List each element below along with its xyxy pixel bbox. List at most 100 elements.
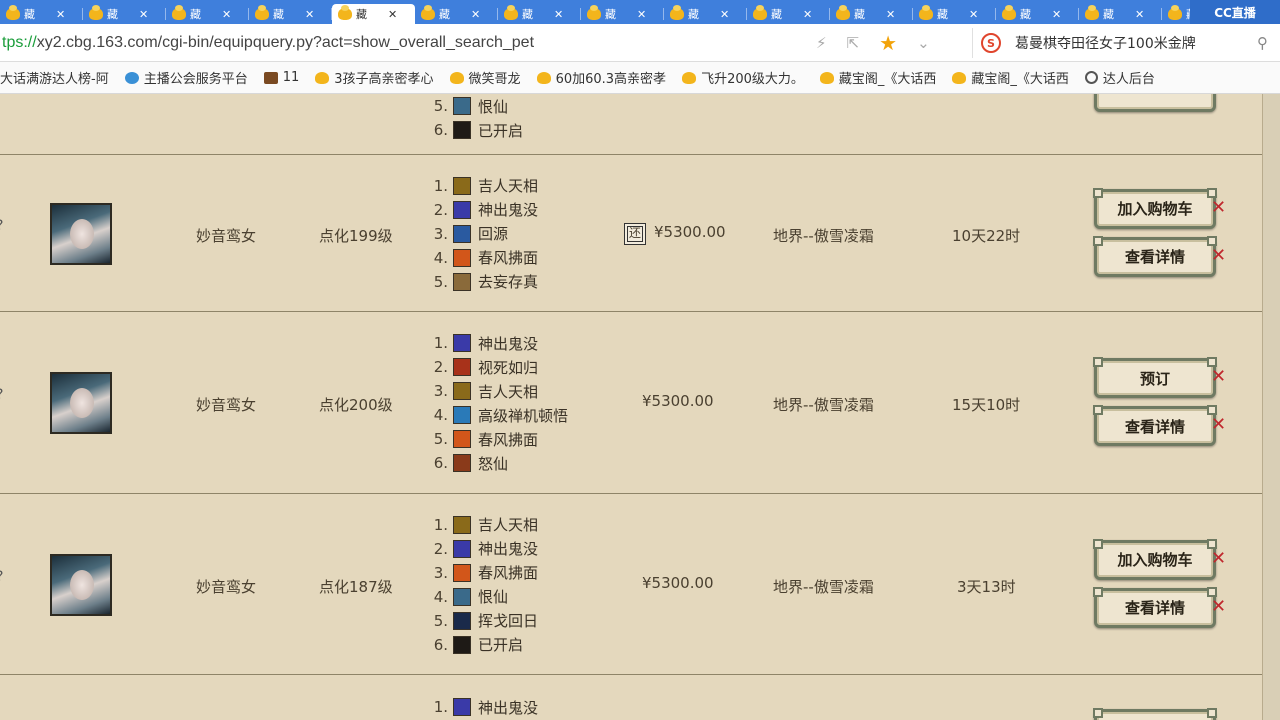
view-details-button[interactable]: 查看详情 <box>1093 235 1217 277</box>
time-left: 3天13时 <box>957 577 1016 596</box>
view-details-button[interactable] <box>1094 94 1216 112</box>
add-to-cart-button[interactable] <box>1093 708 1217 720</box>
skill-item: 3. 春风拂面 <box>430 561 538 585</box>
search-icon[interactable]: ⚲ <box>1257 34 1268 52</box>
skill-icon <box>453 454 471 472</box>
row-marker-icon: ? <box>0 569 3 585</box>
pin-icon: ✕ <box>1211 414 1227 435</box>
close-icon[interactable]: ✕ <box>969 8 978 21</box>
bookmark-item[interactable]: 大话满游达人榜-阿 <box>0 68 109 87</box>
table-row[interactable]: ? 妙音鸾女 点化199级 1. 吉人天相 2. 神出鬼没 3. 回源 4. 春风拂面 5. 去妄存真 还… <box>0 155 1262 312</box>
close-icon[interactable]: ✕ <box>139 8 148 21</box>
add-to-cart-button[interactable]: 加入购物车 <box>1093 538 1217 580</box>
skill-name: 神出鬼没 <box>478 334 539 353</box>
close-icon[interactable]: ✕ <box>471 8 480 21</box>
search-box[interactable]: S 葛曼棋夺田径女子100米金牌 ⚲ <box>972 28 1280 58</box>
bookmark-item[interactable]: 飞升200级大力。 <box>682 68 804 87</box>
skill-icon <box>453 121 471 139</box>
browser-tab[interactable]: 藏✕ <box>249 4 332 24</box>
browser-tab[interactable]: 藏✕ <box>581 4 664 24</box>
url-field[interactable]: tps://xy2.cbg.163.com/cgi-bin/equipquery… <box>0 34 800 52</box>
browser-tab[interactable]: 藏✕ <box>415 4 498 24</box>
pin-icon: ✕ <box>1211 595 1227 617</box>
table-row[interactable]: ? 妙音鸾女 点化187级 1. 吉人天相 2. 神出鬼没 3. 春风拂面 4. 恨仙 5. 挥戈回日 6… <box>0 494 1262 675</box>
skill-name: 已开启 <box>478 636 524 654</box>
browser-tab[interactable]: 藏✕ <box>83 4 166 24</box>
skill-item: 1. 吉人天相 <box>430 513 538 537</box>
skill-number: 3. <box>433 224 448 243</box>
skill-icon <box>453 97 471 115</box>
bookmark-item[interactable]: 达人后台 <box>1084 68 1155 87</box>
bookmark-item[interactable]: 藏宝阁_《大话西 <box>819 68 937 87</box>
tab-title: 藏 <box>522 8 533 21</box>
bookmark-item[interactable]: 藏宝阁_《大话西 <box>952 68 1069 87</box>
browser-tab[interactable]: 藏✕ <box>913 4 996 24</box>
close-icon[interactable]: ✕ <box>1135 8 1144 21</box>
pet-avatar[interactable] <box>50 372 112 434</box>
add-to-cart-button[interactable]: 加入购物车 <box>1093 187 1217 229</box>
star-bookmark-icon[interactable]: ★ <box>879 31 897 55</box>
bookmark-item[interactable]: 3孩子高亲密孝心 <box>315 68 434 87</box>
browser-tab[interactable]: 藏✕ <box>0 4 83 24</box>
share-icon[interactable]: ⇱ <box>847 34 860 52</box>
bookmark-item[interactable]: 11 <box>263 70 299 85</box>
browser-tab[interactable]: 藏✕ <box>664 4 747 24</box>
close-icon[interactable]: ✕ <box>554 8 563 21</box>
skill-icon <box>453 587 471 606</box>
close-icon[interactable]: ✕ <box>222 8 231 21</box>
skill-item: 6. 已开启 <box>430 118 523 142</box>
skill-item: 5. 春风拂面 <box>430 427 568 451</box>
bookmark-icon <box>449 71 464 84</box>
skill-item: 3. 回源 <box>430 222 538 246</box>
close-icon[interactable]: ✕ <box>637 8 646 21</box>
lightning-icon[interactable]: ⚡ <box>816 34 827 52</box>
tab-title: 藏 <box>605 8 616 21</box>
bookmark-icon <box>819 71 834 84</box>
table-row[interactable]: ? 妙音鸾女 点化200级 1. 神出鬼没 2. 视死如归 3. 吉人天相 4. 高级禅机顿悟 5. 春… <box>0 312 1262 494</box>
skill-name: 恨仙 <box>478 97 509 116</box>
close-icon[interactable]: ✕ <box>1052 8 1061 21</box>
skill-item: 5. 恨仙 <box>430 94 523 118</box>
scrollbar[interactable] <box>1262 94 1280 720</box>
favicon-icon <box>836 5 850 20</box>
chevron-down-icon[interactable]: ⌄ <box>917 34 930 52</box>
close-icon[interactable]: ✕ <box>56 8 65 21</box>
browser-tab[interactable]: 藏✕ <box>498 4 581 24</box>
favicon-icon <box>587 5 601 20</box>
bookmark-item[interactable]: 主播公会服务平台 <box>124 68 248 87</box>
view-details-button[interactable]: 查看详情 <box>1093 405 1217 446</box>
close-icon[interactable]: ✕ <box>305 8 314 21</box>
pin-icon: ✕ <box>1211 366 1227 387</box>
skill-number: 6. <box>433 635 448 654</box>
tab-title: 藏 <box>24 8 35 21</box>
browser-tab[interactable]: 藏✕ <box>166 4 249 24</box>
tab-strip: 藏✕藏✕藏✕藏✕藏✕藏✕藏✕藏✕藏✕藏✕藏✕藏✕藏✕藏✕藏✕CC直播 <box>0 0 1280 24</box>
row-marker-icon: ? <box>0 387 3 403</box>
pet-avatar[interactable] <box>50 553 112 616</box>
pet-avatar[interactable] <box>50 202 112 265</box>
close-icon[interactable]: ✕ <box>388 8 397 21</box>
cc-live-badge[interactable]: CC直播 <box>1190 0 1280 24</box>
server-name: 地界--傲雪凌霜 <box>773 396 874 414</box>
favicon-icon <box>6 5 20 20</box>
browser-tab[interactable]: 藏✕ <box>996 4 1079 24</box>
skill-number: 5. <box>433 97 448 115</box>
bookmark-label: 微笑哥龙 <box>468 72 521 87</box>
close-icon[interactable]: ✕ <box>886 8 895 21</box>
view-details-button[interactable]: 查看详情 <box>1093 586 1217 628</box>
bookmark-icon <box>536 71 551 84</box>
close-icon[interactable]: ✕ <box>803 8 812 21</box>
browser-tab[interactable]: 藏✕ <box>747 4 830 24</box>
browser-tab[interactable]: 藏✕ <box>332 4 415 24</box>
bookmark-item[interactable]: 60加60.3高亲密孝 <box>536 68 666 87</box>
skill-name: 春风拂面 <box>478 249 539 267</box>
close-icon[interactable]: ✕ <box>720 8 729 21</box>
browser-tab[interactable]: 藏✕ <box>830 4 913 24</box>
skill-number: 2. <box>433 358 448 376</box>
bookmark-item[interactable]: 微笑哥龙 <box>449 68 521 87</box>
favicon-icon <box>919 5 933 20</box>
reserve-button[interactable]: 预订 <box>1093 357 1217 398</box>
skill-list: 1. 神出鬼没 2. 视死如归 3. 吉人天相 4. 高级禅机顿悟 5. 春风拂面 6. 怒仙 <box>430 331 568 475</box>
browser-tab[interactable]: 藏✕ <box>1079 4 1162 24</box>
bookmark-label: 藏宝阁_《大话西 <box>838 72 937 87</box>
